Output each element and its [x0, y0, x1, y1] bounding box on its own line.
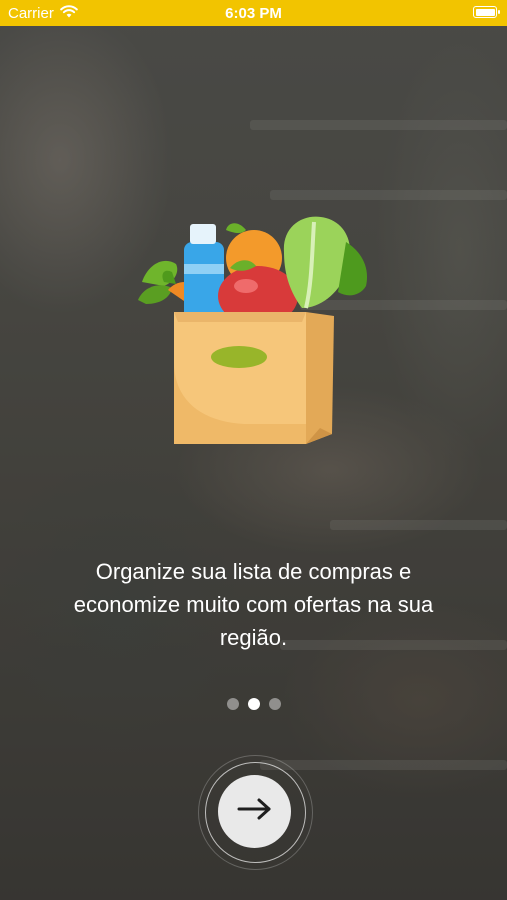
page-dot-2[interactable] — [247, 698, 260, 710]
battery-icon — [473, 6, 500, 18]
arrow-right-icon — [237, 797, 273, 826]
status-time: 6:03 PM — [225, 5, 282, 22]
onboarding-tagline: Organize sua lista de compras e economiz… — [73, 559, 434, 650]
next-button[interactable] — [218, 775, 291, 848]
page-dot-1[interactable] — [226, 698, 239, 710]
status-bar: Carrier 6:03 PM — [0, 0, 507, 26]
grocery-bag-icon — [134, 212, 374, 457]
page-dot-3[interactable] — [268, 698, 281, 710]
onboarding-screen: Carrier 6:03 PM Organize sua lista de co… — [0, 0, 507, 900]
battery-level — [475, 8, 495, 16]
page-indicator — [0, 698, 507, 710]
